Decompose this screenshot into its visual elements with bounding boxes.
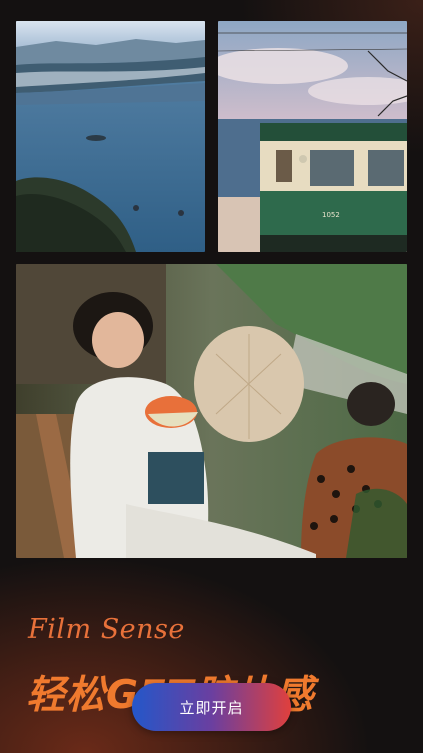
girl-watermelon-image	[16, 264, 407, 558]
film-sense-caption: Film Sense	[28, 614, 185, 645]
tram-seaside-image: 1052	[218, 21, 407, 252]
tram-car-number: 1052	[322, 211, 340, 219]
sea-coast-photo	[16, 21, 205, 252]
tram-seaside-photo: 1052	[218, 21, 407, 252]
start-now-button[interactable]: 立即开启	[132, 683, 291, 731]
sea-coast-image	[16, 21, 205, 252]
girl-watermelon-photo	[16, 264, 407, 558]
